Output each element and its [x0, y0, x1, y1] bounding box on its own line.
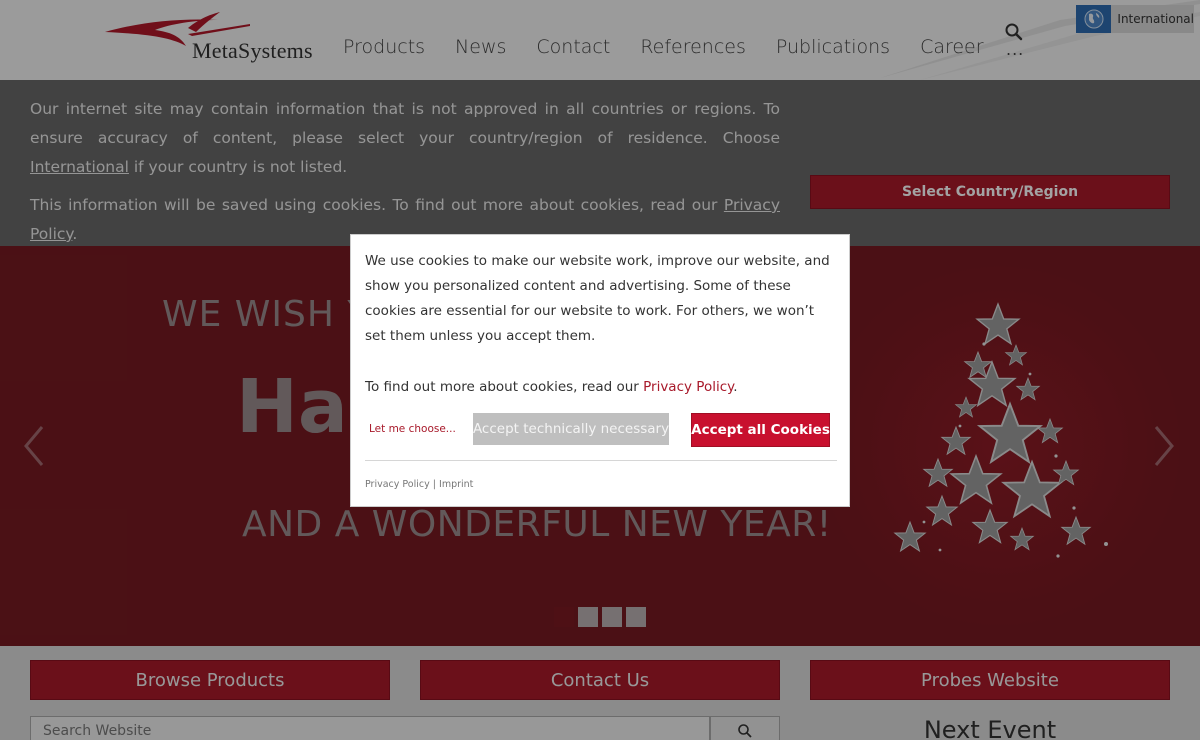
cookie-privacy-text: To find out more about cookies, read our: [365, 379, 644, 395]
footer-separator: |: [432, 479, 436, 490]
cookie-message: We use cookies to make our website work,…: [365, 253, 830, 344]
cookie-privacy-end: .: [733, 379, 738, 395]
footer-privacy-link[interactable]: Privacy Policy: [365, 479, 430, 490]
footer-imprint-link[interactable]: Imprint: [439, 479, 473, 490]
cookie-actions: Let me choose... Accept technically nece…: [365, 413, 837, 447]
let-me-choose-link[interactable]: Let me choose...: [369, 423, 456, 435]
cookie-divider: [365, 460, 837, 461]
cookie-privacy-link[interactable]: Privacy Policy: [643, 379, 733, 395]
cookie-footer-links: Privacy Policy | Imprint: [365, 479, 473, 490]
accept-necessary-button[interactable]: Accept technically necessary: [473, 413, 669, 445]
cookie-privacy-line: To find out more about cookies, read our…: [365, 375, 835, 400]
cookie-consent-dialog: We use cookies to make our website work,…: [350, 234, 850, 507]
accept-all-cookies-button[interactable]: Accept all Cookies: [691, 413, 830, 447]
